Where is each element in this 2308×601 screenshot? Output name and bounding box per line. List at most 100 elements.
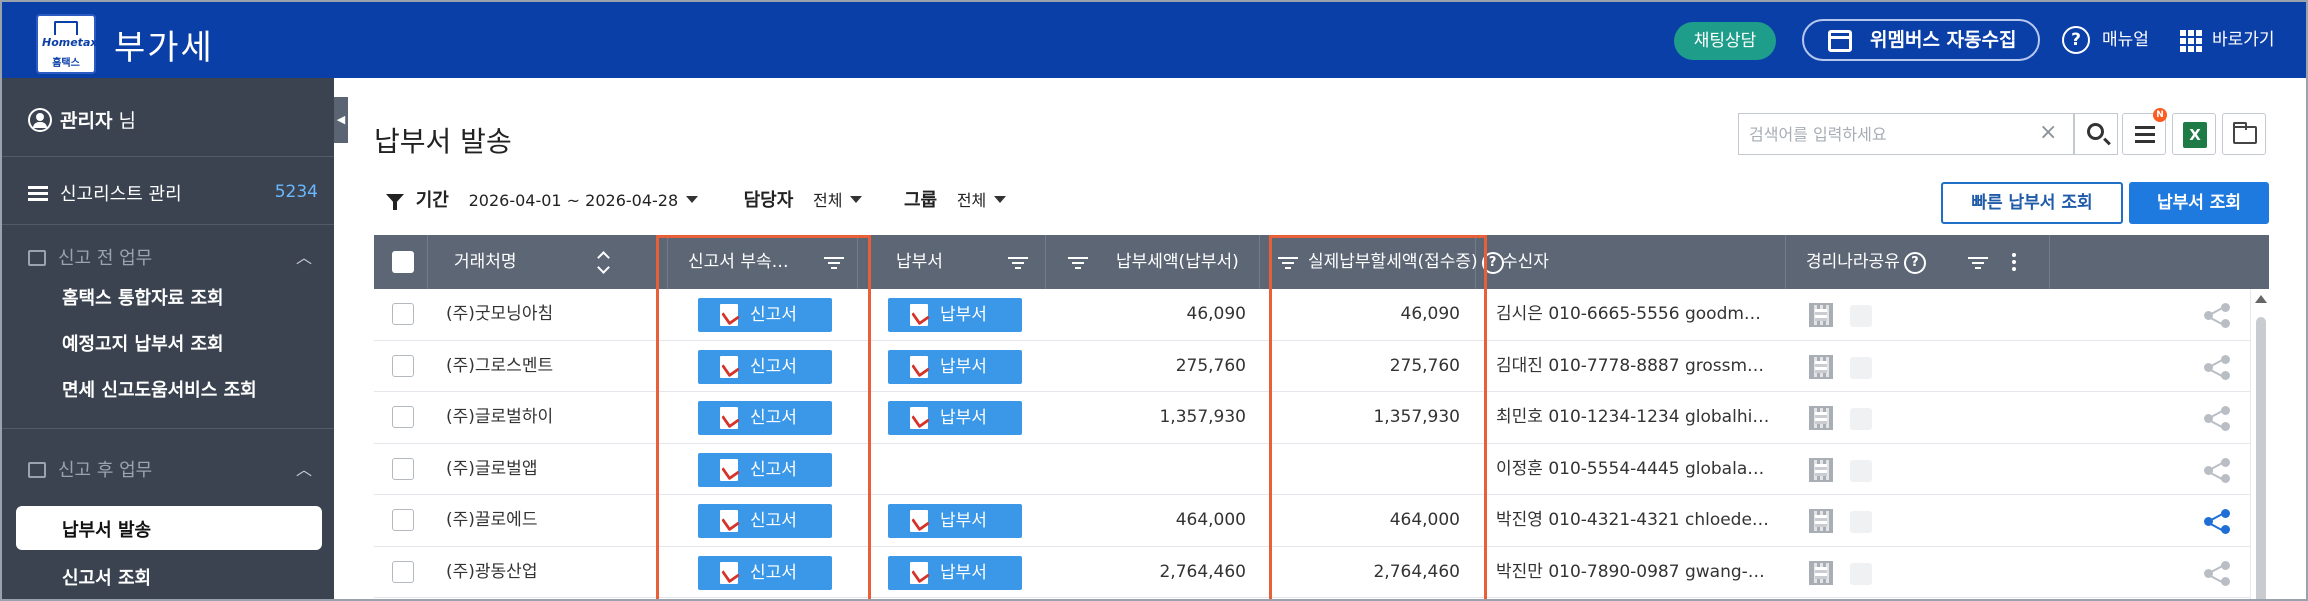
search-button[interactable] — [2074, 113, 2118, 155]
report-pdf-button[interactable]: 신고서 — [698, 555, 832, 590]
table-row[interactable]: (주)굿모닝아침 신고서 납부서 46,090 46,090 김시은 010-6665-5… — [374, 289, 2269, 341]
share-icon[interactable] — [2204, 457, 2230, 483]
chevron-up-icon[interactable]: ︿ — [296, 456, 312, 480]
share-checkbox[interactable] — [1850, 356, 1872, 379]
bill-lookup-button[interactable]: 납부서 조회 — [2129, 182, 2269, 224]
row-checkbox[interactable] — [392, 509, 414, 531]
bill-pdf-button[interactable]: 납부서 — [888, 298, 1022, 332]
qr-code-icon[interactable] — [1809, 457, 1833, 482]
report-pdf-button[interactable]: 신고서 — [698, 298, 832, 332]
share-checkbox[interactable] — [1850, 305, 1872, 327]
sidebar-item-report-list[interactable]: 신고리스트 관리 5234 — [28, 180, 318, 206]
filter-icon[interactable] — [1008, 257, 1028, 269]
app-window: Hometax 홈택스 부가세 채팅상담 위멤버스 자동수집 ? 매뉴얼 바로가… — [0, 0, 2308, 601]
column-header-share[interactable]: 경리나라공유? — [1786, 235, 2050, 289]
report-pdf-button[interactable]: 신고서 — [698, 452, 832, 487]
excel-download-button[interactable]: X — [2172, 113, 2216, 155]
manager-select[interactable]: 전체 — [813, 190, 863, 211]
row-checkbox-cell — [374, 341, 428, 392]
bill-pdf-button[interactable]: 납부서 — [888, 504, 1022, 538]
sidebar-item-advance-bill[interactable]: 예정고지 납부서 조회 — [62, 330, 224, 356]
shortcut-link[interactable]: 바로가기 — [2180, 24, 2275, 56]
share-checkbox[interactable] — [1850, 408, 1872, 430]
share-checkbox[interactable] — [1850, 562, 1872, 585]
qr-code-icon[interactable] — [1809, 303, 1833, 327]
period-select[interactable]: 2026-04-01 ~ 2026-04-28 — [469, 190, 699, 211]
manual-link[interactable]: ? 매뉴얼 — [2062, 24, 2149, 56]
sidebar-item-exempt-service[interactable]: 면세 신고도움서비스 조회 — [62, 376, 257, 402]
group-select[interactable]: 전체 — [957, 190, 1007, 211]
column-header-client[interactable]: 거래처명 — [428, 235, 668, 289]
auto-collect-button[interactable]: 위멤버스 자동수집 — [1802, 19, 2040, 61]
select-all-checkbox[interactable] — [392, 251, 414, 273]
chevron-up-icon[interactable]: ︿ — [296, 244, 312, 268]
column-header-recipient[interactable]: 수신자 — [1476, 235, 1786, 289]
qr-code-icon[interactable] — [1809, 509, 1833, 533]
actual-amount: 275,760 — [1389, 355, 1460, 376]
share-icon[interactable] — [2204, 560, 2230, 586]
column-settings-button[interactable]: N — [2122, 108, 2167, 155]
sort-icon[interactable] — [598, 251, 610, 273]
share-icon[interactable] — [2204, 509, 2230, 534]
mail-icon — [28, 462, 46, 478]
filter-icon[interactable] — [1968, 257, 1988, 269]
help-icon[interactable]: ? — [1903, 252, 1926, 274]
clear-icon[interactable]: × — [2039, 120, 2057, 145]
share-checkbox[interactable] — [1850, 459, 1872, 482]
report-pdf-button[interactable]: 신고서 — [698, 401, 832, 435]
column-header-actual-amount[interactable]: 실제납부할세액(접수증)? — [1260, 235, 1504, 289]
qr-code-icon[interactable] — [1809, 354, 1833, 379]
column-header-attachment[interactable]: 신고서 부속… — [668, 235, 858, 289]
row-checkbox[interactable] — [392, 560, 414, 583]
column-header-tax-amount[interactable]: 납부세액(납부서) — [1046, 235, 1260, 289]
sidebar-item-report-lookup[interactable]: 신고서 조회 — [62, 564, 151, 590]
row-checkbox[interactable] — [392, 354, 414, 377]
chat-consult-button[interactable]: 채팅상담 — [1674, 22, 1776, 60]
qr-code-icon[interactable] — [1809, 560, 1833, 585]
sidebar-section-pre-filing[interactable]: 신고 전 업무 ︿ — [28, 244, 318, 270]
search-input[interactable] — [1749, 122, 2029, 146]
report-pdf-button[interactable]: 신고서 — [698, 504, 832, 538]
share-icon[interactable] — [2204, 406, 2230, 431]
table-row[interactable]: (주)글로벌하이 신고서 납부서 1,357,930 1,357,930 최민호 010-… — [374, 392, 2269, 444]
report-pdf-button[interactable]: 신고서 — [698, 349, 832, 384]
search-icon — [2087, 123, 2104, 140]
share-icon[interactable] — [2204, 354, 2230, 380]
share-icon[interactable] — [2204, 303, 2230, 328]
sidebar-section-post-filing[interactable]: 신고 후 업무 ︿ — [28, 456, 318, 482]
row-checkbox[interactable] — [392, 406, 414, 428]
table-row[interactable]: (주)그로스멘트 신고서 납부서 275,760 275,760 김대진 010-7778… — [374, 340, 2269, 392]
share-cell — [1476, 495, 1896, 546]
bill-pdf-button[interactable]: 납부서 — [888, 349, 1022, 384]
table-row[interactable]: (주)끌로에드 신고서 납부서 464,000 464,000 박진영 010-4321-… — [374, 495, 2269, 547]
bill-cell: 납부서 — [858, 341, 1046, 392]
folder-button[interactable] — [2222, 113, 2266, 155]
sidebar-collapse-toggle[interactable]: ◀ — [334, 97, 348, 143]
caret-down-icon — [850, 196, 863, 203]
share-cell — [1476, 547, 1896, 598]
vertical-scrollbar[interactable] — [2250, 289, 2269, 599]
bill-pdf-button[interactable]: 납부서 — [888, 401, 1022, 435]
quick-bill-lookup-button[interactable]: 빠른 납부서 조회 — [1941, 182, 2123, 224]
sidebar: 관리자 님 신고리스트 관리 5234 신고 전 업무 ︿ 홈택스 통합자료 조… — [2, 78, 334, 599]
filter-icon[interactable] — [1068, 257, 1088, 269]
sidebar-item-bill-send[interactable]: 납부서 발송 — [16, 506, 322, 550]
filter-icon — [386, 194, 404, 210]
qr-code-icon[interactable] — [1809, 406, 1833, 430]
filter-icon[interactable] — [824, 257, 844, 269]
pdf-icon — [720, 510, 738, 532]
row-checkbox[interactable] — [392, 303, 414, 325]
sidebar-item-hometax-data[interactable]: 홈택스 통합자료 조회 — [62, 284, 224, 310]
row-checkbox[interactable] — [392, 457, 414, 480]
actual-amount: 46,090 — [1400, 304, 1460, 324]
scroll-thumb[interactable] — [2256, 317, 2266, 599]
table-row[interactable]: (주)글로벌앱 신고서 이정훈 010-5554-4445 globala… — [374, 443, 2269, 495]
table-row[interactable]: (주)광동산업 신고서 납부서 2,764,460 2,764,460 박진만 010-7… — [374, 546, 2269, 598]
more-options-icon[interactable] — [2012, 253, 2016, 271]
filter-icon[interactable] — [1278, 257, 1298, 269]
share-checkbox[interactable] — [1850, 511, 1872, 533]
scroll-up-icon[interactable] — [2255, 295, 2267, 303]
hometax-logo[interactable]: Hometax 홈택스 — [36, 14, 97, 74]
bill-pdf-button[interactable]: 납부서 — [888, 555, 1022, 590]
column-header-bill[interactable]: 납부서 — [858, 235, 1046, 289]
